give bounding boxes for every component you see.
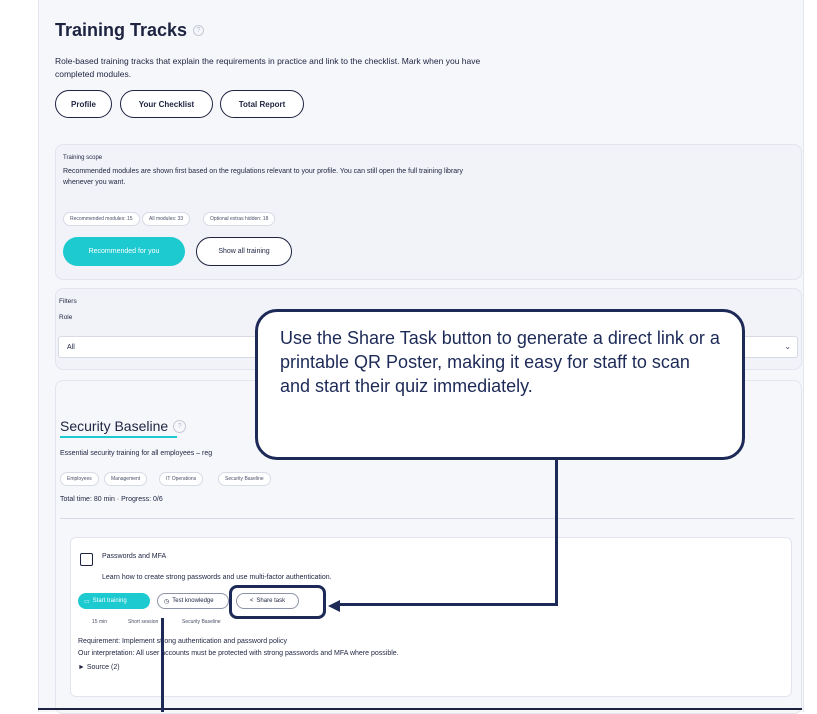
- share-task-highlight: [229, 585, 326, 619]
- track-tag-employees: Employees: [60, 472, 99, 486]
- track-divider: [60, 518, 794, 519]
- help-icon[interactable]: ?: [193, 25, 205, 36]
- module-requirement: Requirement: Implement strong authentica…: [78, 638, 287, 645]
- start-training-label: Start training: [92, 598, 127, 604]
- callout-connector-horizontal: [338, 603, 558, 606]
- track-summary: Total time: 80 min · Progress: 0/6: [60, 496, 163, 503]
- track-title-underline: [60, 436, 177, 438]
- training-scope-card: Training scope Recommended modules are s…: [55, 144, 802, 280]
- book-icon: ▭: [84, 598, 90, 605]
- track-title: Security Baseline ?: [60, 418, 187, 434]
- module-card: Passwords and MFA Learn how to create st…: [70, 537, 792, 697]
- track-help-icon[interactable]: ?: [173, 419, 187, 433]
- module-meta-session: Short session: [128, 619, 159, 625]
- bottom-edge: [38, 708, 802, 710]
- start-training-button[interactable]: ▭ Start training: [78, 593, 150, 609]
- module-description: Learn how to create strong passwords and…: [102, 574, 332, 581]
- callout-connector-vertical: [555, 460, 558, 606]
- module-interpretation: Our interpretation: All user accounts mu…: [78, 650, 399, 657]
- track-tag-it-operations: IT Operations: [159, 472, 204, 486]
- module-meta-duration: 15 min: [92, 619, 108, 625]
- clock-icon: ◷: [164, 598, 170, 605]
- show-all-training-button[interactable]: Show all training: [196, 237, 292, 266]
- track-tag-management: Management: [104, 472, 148, 486]
- test-knowledge-button[interactable]: ◷ Test knowledge: [157, 593, 229, 609]
- pointer-line: [161, 618, 164, 712]
- profile-button[interactable]: Profile: [55, 90, 112, 118]
- recommended-for-you-button[interactable]: Recommended for you: [63, 237, 185, 266]
- page-intro: Role-based training tracks that explain …: [55, 56, 481, 79]
- callout-arrowhead: [328, 600, 340, 612]
- module-source-toggle[interactable]: ► Source (2): [78, 664, 120, 671]
- module-title: Passwords and MFA: [102, 553, 167, 560]
- stat-optional-hidden: Optional extras hidden: 18: [203, 212, 276, 226]
- page-title-text: Training Tracks: [55, 20, 188, 40]
- filters-label: Filters: [59, 298, 77, 305]
- stat-recommended-modules: Recommended modules: 15: [63, 212, 140, 226]
- scope-label: Training scope: [63, 155, 103, 161]
- test-knowledge-label: Test knowledge: [172, 598, 214, 604]
- track-title-text: Security Baseline: [60, 418, 169, 434]
- page-title: Training Tracks ?: [55, 20, 205, 41]
- your-checklist-button[interactable]: Your Checklist: [120, 90, 213, 118]
- chevron-down-icon: ⌄: [784, 342, 791, 351]
- scope-description: Recommended modules are shown first base…: [63, 168, 464, 186]
- total-report-button[interactable]: Total Report: [220, 90, 304, 118]
- module-meta-track: Security Baseline: [182, 619, 221, 625]
- module-complete-checkbox[interactable]: [80, 553, 93, 566]
- track-tag-security-baseline: Security Baseline: [218, 472, 271, 486]
- stat-all-modules: All modules: 33: [142, 212, 191, 226]
- role-label: Role: [59, 314, 73, 321]
- track-description: Essential security training for all empl…: [60, 450, 213, 457]
- share-task-callout: Use the Share Task button to generate a …: [255, 309, 745, 460]
- role-select-value: All: [67, 343, 75, 351]
